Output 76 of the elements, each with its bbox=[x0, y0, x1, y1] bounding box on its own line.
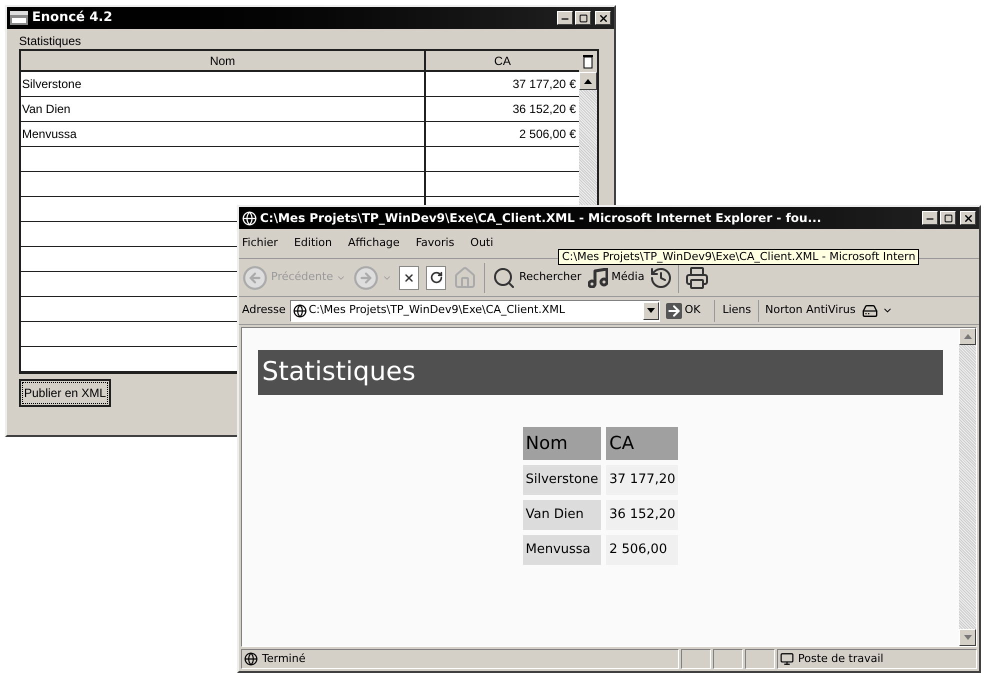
toolbar-button[interactable] bbox=[399, 266, 420, 290]
table-cell-text: 36 152,20 € bbox=[512, 101, 577, 118]
address-dropdown-button[interactable] bbox=[642, 302, 659, 320]
maximize-icon bbox=[578, 14, 588, 22]
zone-text: Poste de travail bbox=[798, 650, 884, 667]
scrollbar[interactable] bbox=[959, 328, 976, 646]
history-icon bbox=[651, 268, 672, 288]
page-icon bbox=[244, 652, 258, 666]
drive-icon[interactable] bbox=[862, 302, 878, 318]
table-cell-text: 2 506,00 € bbox=[518, 126, 577, 143]
toolbar-button[interactable]: Rechercher bbox=[492, 266, 582, 290]
menu-item[interactable]: Fichier bbox=[242, 235, 278, 252]
close-icon bbox=[598, 12, 608, 24]
status-pane bbox=[713, 649, 743, 669]
refresh-icon bbox=[426, 266, 446, 290]
search-icon bbox=[492, 266, 516, 290]
toolbar-button[interactable] bbox=[426, 266, 446, 290]
address-field[interactable]: C:\Mes Projets\TP_WinDev9\Exe\CA_Client.XML bbox=[290, 300, 660, 322]
page-heading: Statistiques bbox=[258, 350, 943, 395]
publish-xml-button[interactable]: Publier en XML bbox=[19, 379, 112, 407]
maximize-button[interactable] bbox=[940, 211, 956, 225]
scroll-up-button[interactable] bbox=[959, 328, 976, 345]
minimize-button[interactable] bbox=[922, 211, 938, 225]
table-cell: Silverstone bbox=[21, 72, 426, 96]
column-header: CA bbox=[606, 427, 678, 460]
column-header: Nom bbox=[522, 427, 602, 460]
table-cell: Menvussa bbox=[522, 535, 602, 565]
music-icon bbox=[588, 268, 608, 288]
printer-icon bbox=[686, 266, 708, 288]
scroll-down-button[interactable] bbox=[959, 629, 976, 646]
close-button[interactable] bbox=[595, 11, 611, 25]
go-button[interactable]: OK bbox=[664, 302, 702, 319]
menu-item[interactable]: Favoris bbox=[416, 235, 454, 252]
toolbar-button[interactable]: Média bbox=[588, 268, 644, 288]
column-header[interactable]: Nom bbox=[21, 51, 426, 70]
status-text: Terminé bbox=[262, 650, 306, 667]
down-arrow-icon bbox=[964, 635, 972, 640]
toolbar-button[interactable] bbox=[686, 266, 708, 288]
close-button[interactable] bbox=[960, 211, 976, 225]
up-arrow-icon bbox=[584, 78, 592, 84]
maximize-button[interactable] bbox=[575, 11, 591, 25]
toolbar-button[interactable] bbox=[651, 268, 672, 288]
close-icon bbox=[962, 212, 974, 224]
up-arrow-icon bbox=[964, 334, 972, 339]
maximize-icon bbox=[944, 214, 952, 222]
menu-item[interactable]: Affichage bbox=[348, 235, 400, 252]
tooltip: C:\Mes Projets\TP_WinDev9\Exe\CA_Client.XML - Microsoft Intern bbox=[558, 249, 920, 265]
go-arrow-icon bbox=[666, 302, 682, 318]
window-title: C:\Mes Projets\TP_WinDev9\Exe\CA_Client.XML - Microsoft Internet Explorer - fou... bbox=[260, 210, 822, 227]
browser-page-icon bbox=[242, 210, 257, 226]
table-cell-text: 37 177,20 € bbox=[512, 76, 577, 93]
app-icon bbox=[10, 11, 28, 25]
table-cell: 36 152,20 bbox=[606, 500, 678, 530]
computer-icon bbox=[780, 652, 794, 666]
column-header[interactable]: CA bbox=[426, 51, 579, 70]
table-cell: Van Dien bbox=[21, 97, 426, 121]
stop-icon bbox=[399, 266, 420, 290]
table-cell: Menvussa bbox=[21, 122, 426, 146]
links-button[interactable]: Liens bbox=[719, 302, 754, 319]
minimize-button[interactable] bbox=[557, 11, 573, 25]
page-icon bbox=[292, 304, 307, 318]
status-pane bbox=[681, 649, 711, 669]
menu-item[interactable]: Edition bbox=[294, 235, 332, 252]
scroll-up-button[interactable] bbox=[579, 72, 597, 90]
menu-item[interactable]: Outi bbox=[470, 235, 494, 252]
group-label: Statistiques bbox=[19, 33, 82, 49]
home-icon bbox=[453, 266, 478, 290]
table-cell: 37 177,20 bbox=[606, 465, 678, 495]
norton-antivirus-button[interactable]: Norton AntiVirus bbox=[763, 302, 858, 319]
address-label: Adresse bbox=[242, 302, 286, 318]
down-arrow-icon bbox=[646, 308, 655, 313]
table-cell: Silverstone bbox=[522, 465, 602, 495]
table-cell: Van Dien bbox=[522, 500, 602, 530]
window-title: Enoncé 4.2 bbox=[32, 9, 114, 28]
status-pane bbox=[745, 649, 775, 669]
table-cell: 2 506,00 bbox=[606, 535, 678, 565]
